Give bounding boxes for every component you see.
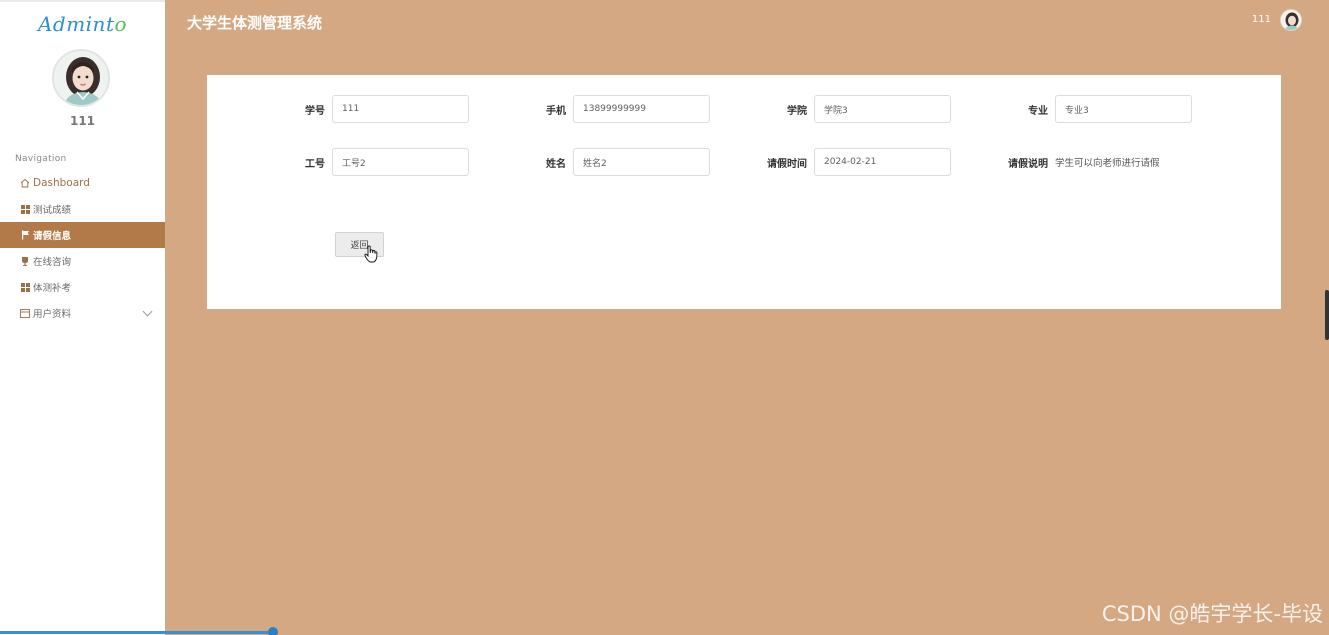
field-leave-time: 请假时间 bbox=[737, 148, 951, 176]
leave-description-label: 请假说明 bbox=[1008, 158, 1048, 170]
flag-icon bbox=[20, 230, 30, 240]
major-label: 专业 bbox=[1028, 105, 1048, 117]
sidebar: Adminto 111 Navigation Dashboard 测试成绩 请假… bbox=[0, 0, 165, 635]
field-student-id: 学号 bbox=[255, 95, 469, 123]
field-name: 姓名 bbox=[496, 148, 710, 176]
sidebar-item-label: 在线咨询 bbox=[33, 257, 72, 268]
leave-time-input[interactable] bbox=[814, 148, 951, 176]
name-input[interactable] bbox=[573, 148, 710, 176]
phone-label: 手机 bbox=[546, 105, 566, 117]
sidebar-item-label: Dashboard bbox=[33, 177, 90, 189]
card-icon bbox=[20, 308, 30, 318]
sidebar-nav: Dashboard 测试成绩 请假信息 在线咨询 体测补考 用户资料 bbox=[0, 170, 165, 326]
page-title: 大学生体测管理系统 bbox=[187, 14, 323, 32]
sidebar-item-label: 请假信息 bbox=[33, 231, 72, 242]
field-major: 专业 bbox=[978, 95, 1192, 123]
avatar[interactable] bbox=[52, 49, 110, 107]
sidebar-item-label: 用户资料 bbox=[33, 309, 72, 320]
home-icon bbox=[20, 178, 30, 188]
scrollbar[interactable] bbox=[1325, 290, 1329, 340]
field-phone: 手机 bbox=[496, 95, 710, 123]
cup-icon bbox=[20, 256, 30, 266]
field-staff-id: 工号 bbox=[255, 148, 469, 176]
sidebar-item-label: 测试成绩 bbox=[33, 205, 72, 216]
leave-description-text: 学生可以向老师进行请假 bbox=[1055, 158, 1160, 169]
sidebar-username: 111 bbox=[69, 114, 96, 128]
sidebar-item-makeup-test[interactable]: 体测补考 bbox=[0, 274, 165, 300]
header-username[interactable]: 111 bbox=[1252, 14, 1271, 25]
sidebar-item-test-scores[interactable]: 测试成绩 bbox=[0, 196, 165, 222]
app-logo[interactable]: Adminto bbox=[0, 12, 165, 36]
header-avatar[interactable] bbox=[1280, 9, 1302, 31]
student-id-input[interactable] bbox=[332, 95, 469, 123]
field-college: 学院 bbox=[737, 95, 951, 123]
sidebar-item-online-consult[interactable]: 在线咨询 bbox=[0, 248, 165, 274]
chevron-down-icon bbox=[142, 306, 153, 317]
watermark: CSDN @皓宇学长-毕设 bbox=[1101, 602, 1323, 626]
student-id-label: 学号 bbox=[305, 105, 325, 117]
nav-section-title: Navigation bbox=[15, 154, 67, 164]
phone-input[interactable] bbox=[573, 95, 710, 123]
staff-id-label: 工号 bbox=[305, 158, 325, 170]
leave-time-label: 请假时间 bbox=[767, 158, 807, 170]
grid-icon bbox=[20, 282, 30, 292]
hand-cursor-icon bbox=[364, 245, 378, 263]
name-label: 姓名 bbox=[546, 158, 566, 170]
college-label: 学院 bbox=[787, 105, 807, 117]
sidebar-item-leave-info[interactable]: 请假信息 bbox=[0, 222, 165, 248]
staff-id-input[interactable] bbox=[332, 148, 469, 176]
progress-handle[interactable] bbox=[268, 627, 278, 635]
sidebar-item-user-profile[interactable]: 用户资料 bbox=[0, 300, 165, 326]
leave-detail-form: 学号 手机 学院 专业 工号 姓名 请假时间 请假说明 学生可以向老师进行请假 … bbox=[207, 75, 1281, 309]
major-input[interactable] bbox=[1055, 95, 1192, 123]
grid-icon bbox=[20, 204, 30, 214]
field-leave-description: 请假说明 学生可以向老师进行请假 bbox=[978, 148, 1160, 176]
progress-bar bbox=[0, 631, 275, 634]
sidebar-item-dashboard[interactable]: Dashboard bbox=[0, 170, 165, 196]
sidebar-item-label: 体测补考 bbox=[33, 283, 72, 294]
college-input[interactable] bbox=[814, 95, 951, 123]
